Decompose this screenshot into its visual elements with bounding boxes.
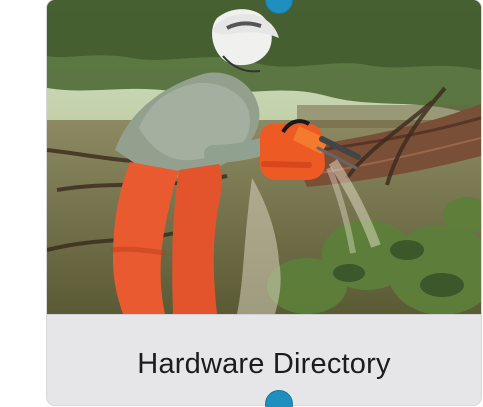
card-title: Hardware Directory bbox=[137, 348, 391, 380]
canvas: Hardware Directory bbox=[0, 0, 483, 407]
card-image bbox=[47, 0, 481, 314]
hardware-directory-card[interactable]: Hardware Directory bbox=[47, 0, 481, 405]
card-caption-area: Hardware Directory bbox=[47, 314, 481, 405]
chainsaw-photo-icon bbox=[47, 0, 481, 314]
